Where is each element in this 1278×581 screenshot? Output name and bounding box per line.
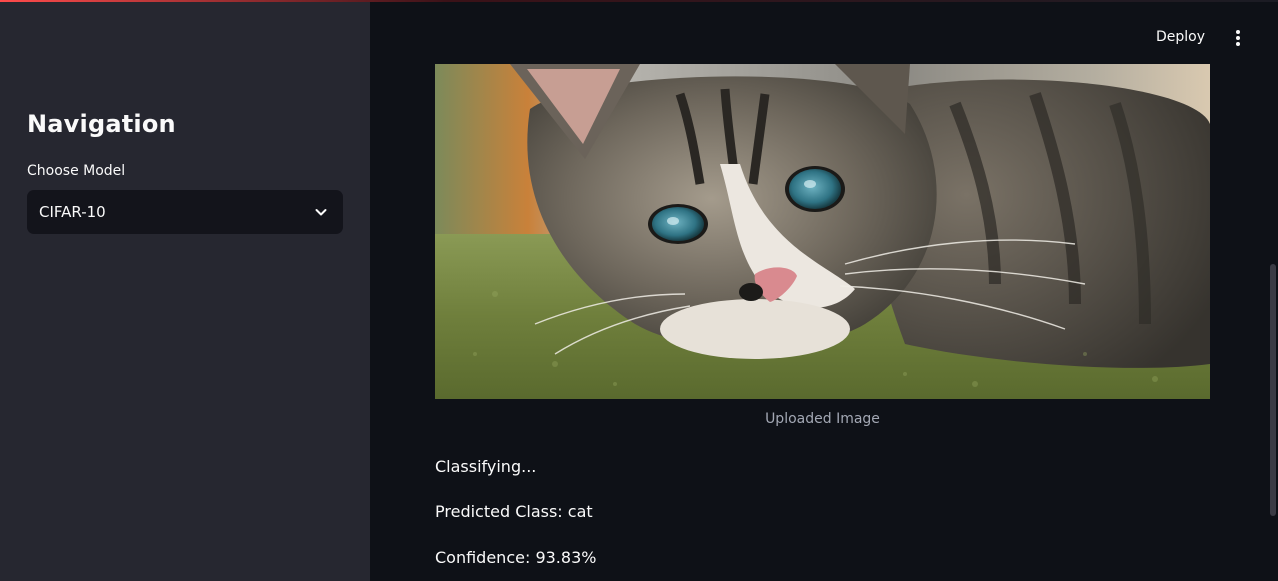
confidence-text: Confidence: 93.83% [435, 548, 597, 567]
more-vertical-icon[interactable] [1230, 28, 1246, 48]
deploy-button[interactable]: Deploy [1156, 29, 1205, 45]
sidebar: Navigation Choose Model CIFAR-10 [0, 2, 370, 581]
uploaded-image [435, 64, 1210, 399]
scrollbar[interactable] [1270, 264, 1276, 516]
model-select[interactable]: CIFAR-10 [27, 190, 343, 234]
cat-photo [435, 64, 1210, 399]
image-caption: Uploaded Image [765, 411, 880, 427]
model-select-value: CIFAR-10 [39, 203, 106, 221]
status-message: Classifying... [435, 457, 537, 476]
main-content: Deploy Uploaded Image Classifying... Pre… [370, 2, 1278, 581]
predicted-class-text: Predicted Class: cat [435, 502, 593, 521]
sidebar-title: Navigation [27, 110, 176, 138]
model-select-label: Choose Model [27, 163, 126, 179]
chevron-down-icon [315, 209, 327, 216]
